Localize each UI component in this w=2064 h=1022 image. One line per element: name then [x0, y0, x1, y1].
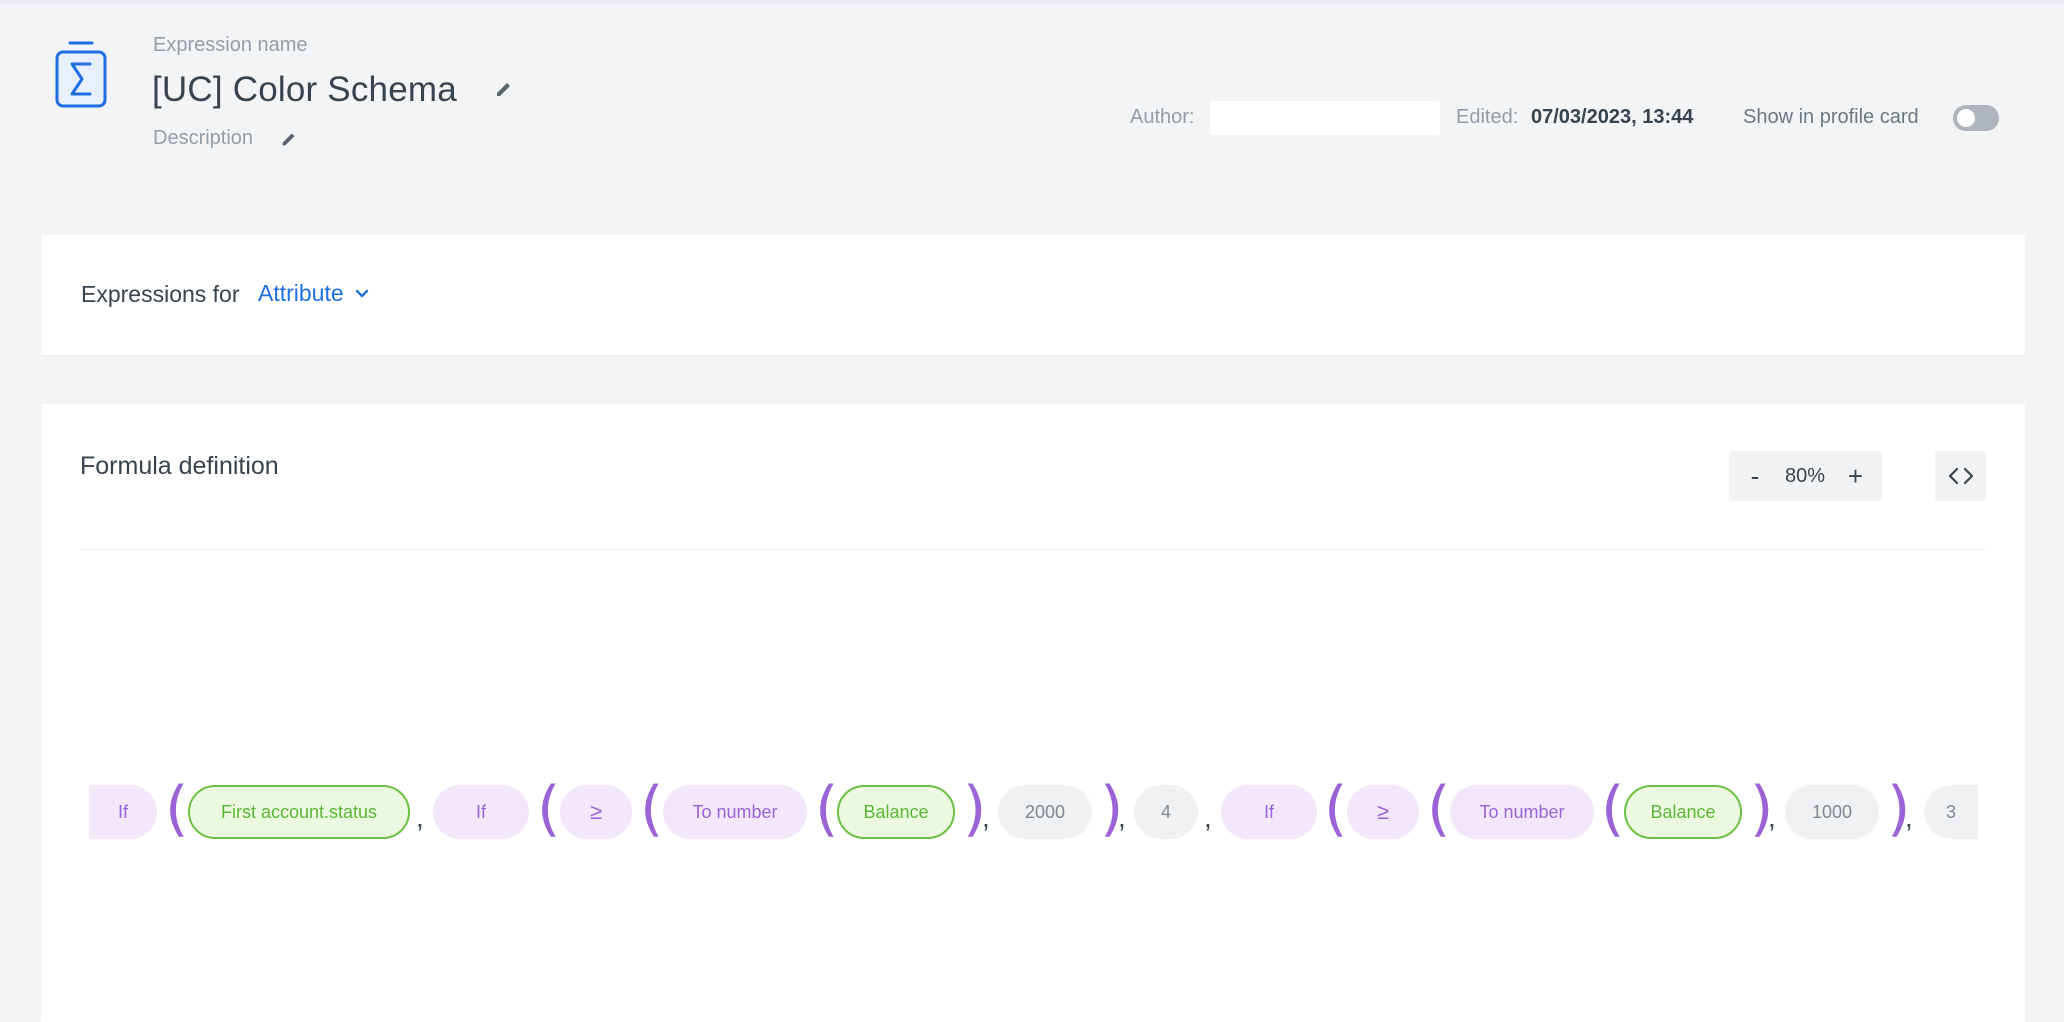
code-view-button[interactable]	[1935, 451, 1986, 501]
number-token[interactable]: 2000	[998, 785, 1092, 839]
zoom-control: - 80% +	[1729, 451, 1882, 501]
author-label: Author:	[1130, 106, 1195, 128]
open-paren: (	[815, 774, 839, 844]
function-token-if[interactable]: If	[89, 785, 157, 839]
comma: ,	[416, 802, 424, 833]
expression-header: Expression name [UC] Color Schema Descri…	[0, 0, 2064, 200]
chevron-down-icon	[355, 289, 368, 297]
attribute-token[interactable]: Balance	[837, 785, 955, 839]
function-token-gte[interactable]: ≥	[1347, 785, 1419, 839]
comma: ,	[1905, 802, 1913, 833]
open-paren: (	[1324, 774, 1348, 844]
expressions-for-card: Expressions for Attribute	[41, 235, 2025, 355]
attribute-token[interactable]: First account.status	[188, 785, 410, 839]
author-value	[1210, 101, 1440, 135]
number-token[interactable]: 3	[1924, 785, 1978, 839]
expression-name-label: Expression name	[153, 34, 308, 56]
comma: ,	[1768, 802, 1776, 833]
code-brackets-icon	[1948, 467, 1973, 485]
expressions-for-label: Expressions for	[81, 281, 240, 307]
description-label: Description	[153, 127, 254, 149]
function-token-if[interactable]: If	[433, 785, 529, 839]
edit-title-pencil-icon[interactable]	[493, 78, 515, 100]
attribute-token[interactable]: Balance	[1624, 785, 1742, 839]
formula-definition-card: Formula definition - 80% +	[41, 404, 2025, 1022]
number-token[interactable]: 4	[1134, 785, 1198, 839]
comma: ,	[982, 802, 990, 833]
zoom-level: 80%	[1784, 464, 1826, 487]
sigma-icon	[55, 41, 107, 108]
edited-value: 07/03/2023, 13:44	[1531, 106, 1694, 128]
open-paren: (	[1601, 774, 1625, 844]
number-token[interactable]: 1000	[1785, 785, 1879, 839]
open-paren: (	[1427, 774, 1451, 844]
function-token-to-number[interactable]: To number	[663, 785, 807, 839]
function-token-gte[interactable]: ≥	[560, 785, 632, 839]
comma: ,	[1118, 802, 1126, 833]
expression-title: [UC] Color Schema	[152, 70, 457, 109]
open-paren: (	[165, 774, 189, 844]
zoom-out-button[interactable]: -	[1729, 451, 1781, 501]
toggle-knob	[1957, 109, 1975, 127]
zoom-in-button[interactable]: +	[1829, 451, 1882, 501]
open-paren: (	[640, 774, 664, 844]
open-paren: (	[537, 774, 561, 844]
function-token-to-number[interactable]: To number	[1450, 785, 1594, 839]
expressions-for-selected: Attribute	[258, 280, 344, 306]
edit-description-pencil-icon[interactable]	[279, 129, 299, 149]
function-token-if[interactable]: If	[1221, 785, 1317, 839]
formula-definition-title: Formula definition	[80, 452, 279, 480]
edited-label: Edited:	[1456, 106, 1519, 128]
comma: ,	[1204, 802, 1212, 833]
show-in-profile-card-label: Show in profile card	[1743, 106, 1919, 128]
show-in-profile-card-toggle[interactable]	[1953, 105, 1999, 131]
expressions-for-dropdown[interactable]: Attribute	[258, 280, 370, 307]
formula-divider	[80, 549, 1986, 550]
